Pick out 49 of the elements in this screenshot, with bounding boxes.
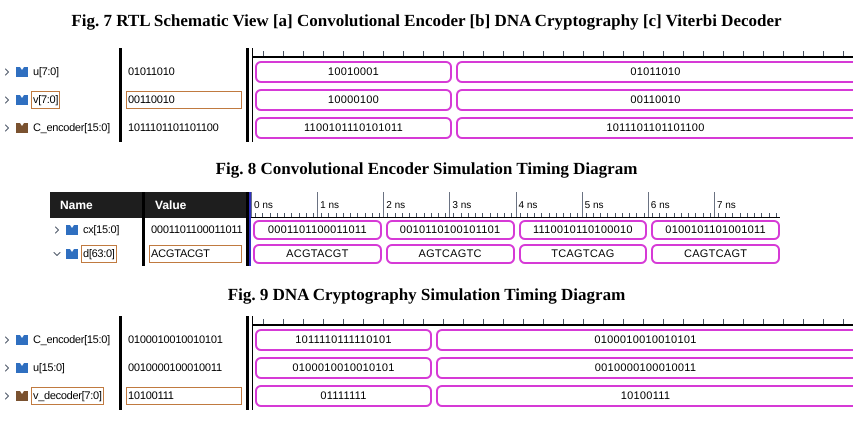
signal-value: 01011010: [127, 64, 176, 80]
bus-waveform: CAGTCAGT: [651, 244, 780, 264]
bus-waveform: 1100101110101011: [255, 116, 452, 140]
signal-name[interactable]: C_encoder[15:0]: [31, 118, 112, 138]
time-label: 0 ns: [254, 200, 273, 211]
signal-value: 0100010010010101: [127, 332, 224, 348]
column-header: Value: [145, 192, 246, 218]
bus-waveform: 01011010: [456, 60, 853, 84]
bus-waveform: 10010001: [255, 60, 452, 84]
signal-name[interactable]: u[15:0]: [31, 358, 67, 378]
bus-waveform: 0100101101001011: [651, 220, 780, 240]
bus-waveform: 0100010010010101: [436, 328, 853, 352]
signal-value: 00110010: [126, 90, 242, 110]
bus-waveform: TCAGTCAG: [518, 244, 648, 264]
signal-value: 0001101100011011: [150, 222, 244, 238]
time-label: 5 ns: [584, 200, 604, 211]
time-label: 6 ns: [650, 200, 670, 211]
signal-name[interactable]: d[63:0]: [81, 244, 117, 264]
bus-waveform: ACGTACGT: [253, 244, 382, 264]
bus-waveform: 10100111: [436, 384, 853, 408]
signal-value: ACGTACGT: [149, 244, 242, 264]
figure-caption: Fig. 9 DNA Cryptography Simulation Timing Diagram: [228, 284, 626, 306]
time-label: 4 ns: [518, 200, 538, 211]
column-header: Name: [50, 192, 142, 218]
bus-waveform: 1110010110100010: [518, 220, 648, 240]
bus-waveform: 1011101101101100: [456, 116, 853, 140]
time-label: 2 ns: [386, 200, 406, 211]
signal-name[interactable]: cx[15:0]: [81, 220, 122, 240]
signal-name[interactable]: v[7:0]: [31, 90, 60, 110]
bus-waveform: 0001101100011011: [253, 220, 382, 240]
signal-name[interactable]: C_encoder[15:0]: [31, 330, 112, 350]
bus-waveform: 10000100: [255, 88, 452, 112]
signal-value: 0010000100010011: [127, 360, 223, 376]
bus-waveform: 0100010010010101: [255, 356, 432, 380]
signal-name[interactable]: u[7:0]: [31, 62, 61, 82]
signal-name[interactable]: v_decoder[7:0]: [31, 386, 104, 406]
bus-waveform: AGTCAGTC: [386, 244, 514, 264]
time-label: 1 ns: [320, 200, 340, 211]
figure-caption: Fig. 7 RTL Schematic View [a] Convolutional Encoder [b] DNA Cryptography [c] Viterbi Decoder: [71, 10, 782, 32]
bus-waveform: 1011110111110101: [255, 328, 432, 352]
signal-value: 10100111: [126, 386, 242, 406]
time-label: 3 ns: [452, 200, 472, 211]
bus-waveform: 00110010: [456, 88, 853, 112]
bus-waveform: 0010000100010011: [436, 356, 853, 380]
figure-caption: Fig. 8 Convolutional Encoder Simulation Timing Diagram: [216, 158, 638, 180]
time-label: 7 ns: [716, 200, 736, 211]
bus-waveform: 0010110100101101: [386, 220, 514, 240]
bus-waveform: 01111111: [255, 384, 432, 408]
signal-value: 1011101101101100: [127, 120, 220, 136]
